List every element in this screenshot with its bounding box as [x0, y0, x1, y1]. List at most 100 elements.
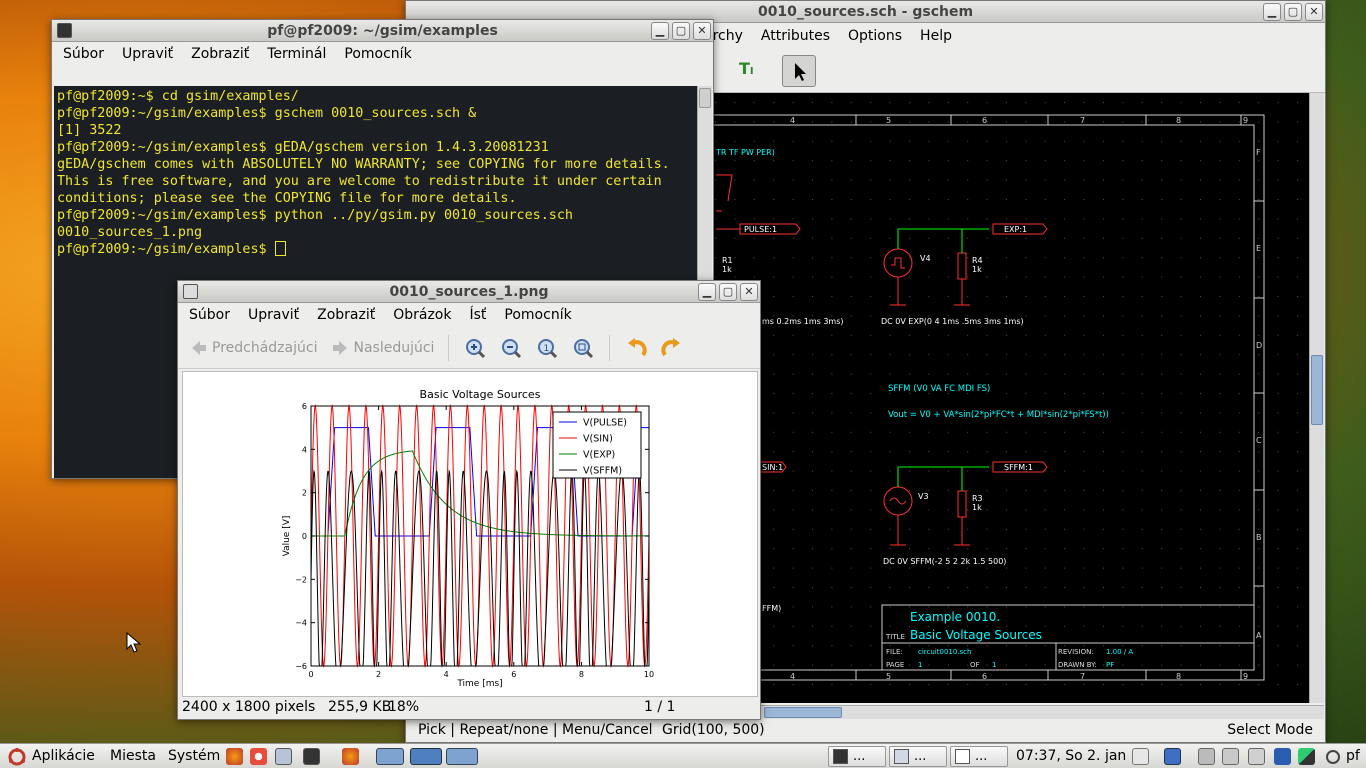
menu-upravit[interactable]: Upraviť [113, 42, 182, 66]
power-icon[interactable] [1326, 750, 1340, 764]
status-mode: Select Mode [1227, 722, 1313, 738]
next-button[interactable]: Nasledujúci [331, 339, 434, 357]
net-sffm: SFFM:1 [1004, 463, 1033, 472]
minimize-button[interactable]: ▁ [1263, 3, 1281, 21]
menu-subor[interactable]: Súbor [54, 42, 113, 66]
zoom-in-icon[interactable] [463, 336, 487, 360]
ruler-top-7: 7 [1080, 116, 1085, 125]
terminal-menubar: Súbor Upraviť Zobraziť Terminál Pomocník [52, 42, 713, 66]
menu-pomocnik[interactable]: Pomocník [335, 42, 420, 66]
status-grid: Grid(100, 500) [662, 722, 765, 738]
horizontal-scroll-thumb[interactable] [764, 707, 842, 718]
net-pulse: PULSE:1 [744, 225, 777, 234]
display-icon[interactable] [1222, 748, 1239, 765]
places-menu[interactable]: Miesta [110, 744, 156, 768]
svg-text:8: 8 [1176, 672, 1181, 681]
workspace-3[interactable] [446, 748, 478, 765]
calendar-icon[interactable] [1164, 748, 1181, 765]
terminal-launcher-icon[interactable] [303, 748, 320, 765]
volume-icon[interactable] [1248, 748, 1265, 765]
user-name[interactable]: pf [1346, 744, 1360, 768]
zoom-normal-icon[interactable]: 1 [535, 336, 559, 360]
maximize-button[interactable]: ▢ [719, 283, 737, 301]
ruler-top-9: 9 [1243, 116, 1248, 125]
bluetooth-icon[interactable] [1274, 748, 1291, 765]
menu-pomocnik[interactable]: Pomocník [495, 303, 580, 327]
terminal-line: pf@pf2009:~/gsim/examples$ gschem 0010_s… [57, 106, 477, 121]
minimize-button[interactable]: ▁ [651, 22, 669, 40]
terminal-line: pf@pf2009:~$ cd gsim/examples/ [57, 89, 299, 104]
clock[interactable]: 07:37, So 2. jan [1016, 744, 1126, 768]
text-tool-icon[interactable]: TI [739, 59, 761, 81]
system-menu[interactable]: Systém [168, 744, 220, 768]
network-icon[interactable] [1198, 748, 1215, 765]
ruler-top-6: 6 [982, 116, 987, 125]
select-tool-button[interactable] [782, 55, 816, 87]
chart-title: Basic Voltage Sources [420, 388, 541, 401]
notes-icon[interactable] [275, 748, 292, 765]
close-button[interactable]: ✕ [693, 22, 711, 40]
menu-zobrazit[interactable]: Zobraziť [308, 303, 384, 327]
svg-text:TR TF PW PER): TR TF PW PER) [715, 148, 775, 157]
applications-menu[interactable]: Aplikácie [32, 744, 95, 768]
x-tick-label-0: 0 [308, 670, 313, 679]
firefox-icon[interactable] [226, 748, 243, 765]
vertical-scroll-thumb[interactable] [1311, 355, 1323, 425]
menu-ist[interactable]: Ísť [460, 303, 495, 327]
exp-source-label: DC 0V EXP(0 4 1ms .5ms 3ms 1ms) [881, 317, 1024, 326]
workspace-2[interactable] [410, 748, 442, 765]
menu-options[interactable]: Options [839, 24, 911, 48]
firefox-icon[interactable] [342, 748, 359, 765]
schematic-horizontal-scrollbar[interactable] [706, 705, 1324, 719]
r4-label: R4 [972, 256, 983, 265]
menu-upravit[interactable]: Upraviť [239, 303, 308, 327]
svg-text:6: 6 [982, 672, 987, 681]
task-gschem[interactable]: ... [889, 746, 947, 767]
minimize-button[interactable]: ▁ [698, 283, 716, 301]
svg-text:7: 7 [1080, 672, 1085, 681]
menu-obrazok[interactable]: Obrázok [384, 303, 460, 327]
updates-icon[interactable] [1298, 748, 1315, 765]
svg-text:1: 1 [544, 344, 550, 354]
image-display[interactable]: Basic Voltage Sources Time [ms] Value [V… [182, 371, 758, 697]
pointer-icon [795, 63, 806, 81]
workspace-1[interactable] [376, 748, 404, 765]
svg-text:4: 4 [790, 672, 795, 681]
close-button[interactable]: ✕ [1305, 3, 1323, 21]
y-tick-label-0: −6 [295, 662, 307, 671]
previous-button[interactable]: Predchádzajúci [190, 339, 317, 357]
mail-icon[interactable] [1132, 748, 1149, 765]
menu-subor[interactable]: Súbor [180, 303, 239, 327]
task-viewer[interactable]: ... [950, 746, 1008, 767]
schematic-canvas[interactable]: 4 5 6 7 8 9 4 5 6 7 8 9 F E D C B A TR TF PW… [706, 93, 1314, 703]
terminal-icon [57, 23, 72, 38]
maximize-button[interactable]: ▢ [1284, 3, 1302, 21]
menu-attributes[interactable]: Attributes [752, 24, 839, 48]
image-page: 1 / 1 [644, 699, 676, 715]
zoom-out-icon[interactable] [499, 336, 523, 360]
menu-zobrazit[interactable]: Zobraziť [182, 42, 258, 66]
viewer-statusbar: 2400 x 1800 pixels 255,9 KB 18% 1 / 1 [178, 695, 760, 719]
rotate-left-icon[interactable] [624, 336, 648, 360]
viewer-menubar: Súbor Upraviť Zobraziť Obrázok Ísť Pomoc… [178, 303, 760, 327]
svg-text:1k: 1k [722, 265, 732, 274]
maximize-button[interactable]: ▢ [672, 22, 690, 40]
title-block-example: Example 0010. [910, 610, 1000, 624]
task-terminal[interactable]: ... [828, 746, 886, 767]
ruler-right-e: E [1256, 244, 1261, 253]
menu-terminal[interactable]: Terminál [258, 42, 335, 66]
schematic-vertical-scrollbar[interactable] [1309, 93, 1324, 703]
viewer-title: 0010_sources_1.png [389, 284, 549, 300]
legend-label-3: V(SFFM) [583, 466, 622, 477]
sffm-title: SFFM (V0 VA FC MDI FS) [888, 384, 990, 394]
zoom-fit-icon[interactable] [571, 336, 595, 360]
rotate-right-icon[interactable] [660, 336, 684, 360]
terminal-titlebar[interactable]: pf@pf2009: ~/gsim/examples ▁ ▢ ✕ [52, 20, 713, 42]
ubuntu-logo-icon [8, 748, 26, 766]
viewer-titlebar[interactable]: 0010_sources_1.png ▁ ▢ ✕ [178, 281, 760, 303]
help-icon[interactable] [250, 748, 267, 765]
svg-text:circuit0010.sch: circuit0010.sch [918, 648, 971, 656]
menu-help[interactable]: Help [911, 24, 961, 48]
ruler-top-5: 5 [886, 116, 891, 125]
close-button[interactable]: ✕ [740, 283, 758, 301]
